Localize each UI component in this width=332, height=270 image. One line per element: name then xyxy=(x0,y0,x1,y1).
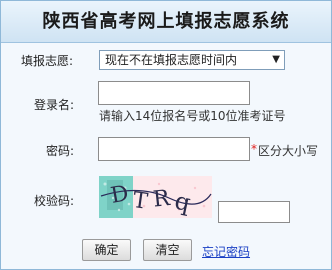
volunteer-select[interactable]: 现在不在填报志愿时间内 ▼ xyxy=(99,50,285,70)
captcha-input[interactable] xyxy=(218,201,290,223)
login-input[interactable] xyxy=(98,81,250,105)
chevron-down-icon: ▼ xyxy=(272,54,280,65)
page-title: 陕西省高考网上填报志愿系统 xyxy=(1,1,331,43)
captcha-image[interactable]: D T R q xyxy=(99,176,212,218)
clear-button[interactable]: 清空 xyxy=(143,239,192,261)
login-panel: 陕西省高考网上填报志愿系统 填报志愿: 现在不在填报志愿时间内 ▼ 登录名: 请… xyxy=(0,0,332,270)
password-hint: 区分大小写 xyxy=(258,144,319,158)
forgot-password-link[interactable]: 忘记密码 xyxy=(202,243,250,260)
required-mark: * xyxy=(251,142,257,156)
volunteer-label: 填报志愿: xyxy=(21,54,74,68)
password-input[interactable] xyxy=(98,137,250,161)
login-label: 登录名: xyxy=(34,98,75,112)
volunteer-select-value: 现在不在填报志愿时间内 xyxy=(105,53,238,67)
confirm-button[interactable]: 确定 xyxy=(82,239,131,261)
password-label: 密码: xyxy=(46,144,75,158)
captcha-label: 校验码: xyxy=(34,194,75,208)
login-hint: 请输入14位报名号或10位准考证号 xyxy=(99,109,286,123)
